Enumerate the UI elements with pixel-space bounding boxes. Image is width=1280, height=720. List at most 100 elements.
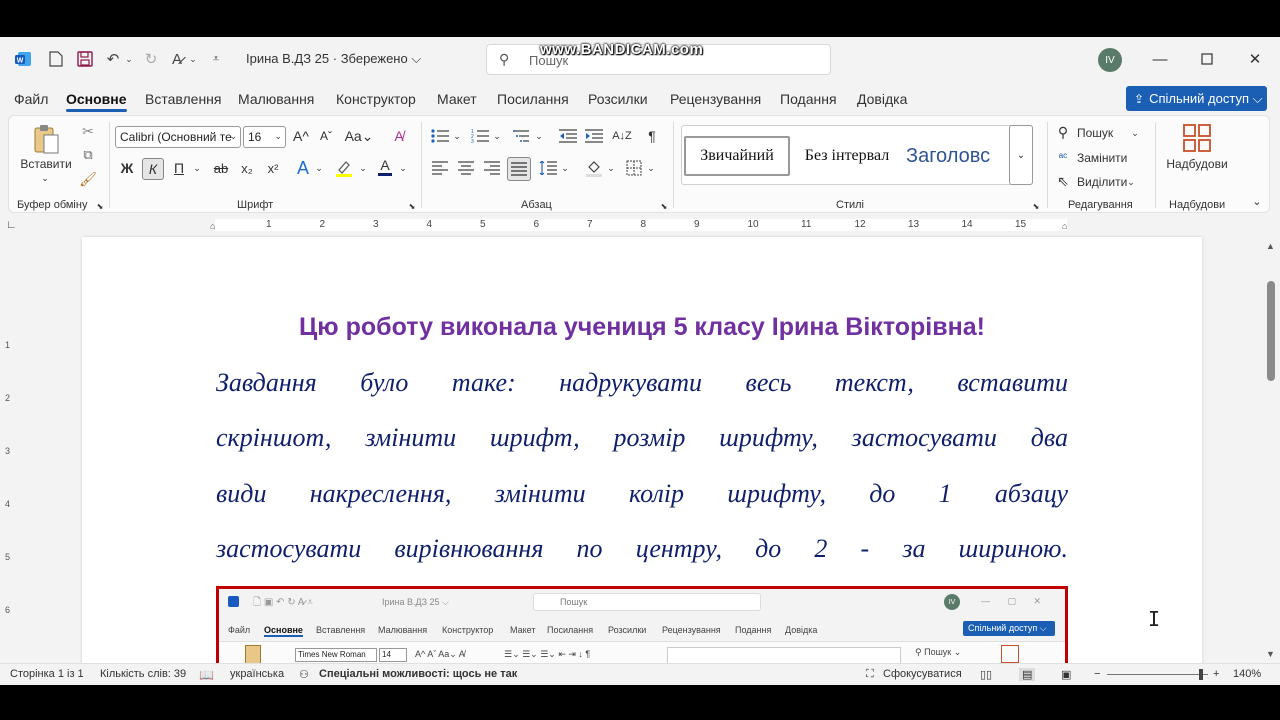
focus-button[interactable]: Сфокусуватися: [883, 668, 962, 680]
borders-dropdown-icon[interactable]: ⌄: [645, 160, 657, 176]
shrink-font-icon[interactable]: Aˇ: [316, 126, 336, 146]
clipboard-launcher-icon[interactable]: ⬊: [94, 200, 106, 212]
shading-icon[interactable]: [583, 158, 605, 178]
spelling-dropdown-icon[interactable]: ⌄: [187, 47, 199, 71]
embedded-screenshot[interactable]: 🗋 ▣ ↶ ↻ A̷ ⩡ Ірина В.ДЗ 25 ⌵ Пошук IV — …: [216, 586, 1068, 667]
multilevel-dropdown-icon[interactable]: ⌄: [533, 128, 545, 144]
font-name-combo[interactable]: Calibri (Основний те ⌄: [115, 126, 241, 148]
scroll-down-icon[interactable]: ▼: [1266, 649, 1275, 659]
spelling-icon[interactable]: A̷: [166, 47, 188, 71]
bullets-dropdown-icon[interactable]: ⌄: [451, 128, 463, 144]
accessibility-status[interactable]: Спеціальні можливості: щось не так: [319, 668, 517, 680]
replace-button[interactable]: Замінити: [1077, 149, 1127, 167]
underline-dropdown-icon[interactable]: ⌄: [191, 160, 203, 176]
strikethrough-icon[interactable]: ab: [211, 158, 231, 178]
vertical-scrollbar[interactable]: ▲ ▼: [1264, 237, 1278, 663]
maximize-icon[interactable]: [1196, 49, 1218, 69]
avatar[interactable]: IV: [1098, 48, 1122, 72]
body-text-line-2[interactable]: скріншот, змінити шрифт, розмір шрифту, …: [216, 423, 1068, 453]
indent-marker-icon[interactable]: ⌂: [210, 221, 215, 231]
text-effects-dropdown-icon[interactable]: ⌄: [313, 160, 325, 176]
zoom-slider-thumb[interactable]: [1198, 669, 1203, 680]
new-file-icon[interactable]: [45, 47, 67, 71]
text-effects-icon[interactable]: A: [293, 158, 313, 178]
superscript-icon[interactable]: x²: [263, 158, 283, 178]
replace-icon[interactable]: ᵃᶜ: [1055, 148, 1071, 166]
select-icon[interactable]: ⇖: [1055, 172, 1071, 190]
paste-label[interactable]: Вставити: [13, 156, 79, 172]
close-icon[interactable]: ✕: [1244, 49, 1266, 69]
zoom-out-icon[interactable]: −: [1094, 668, 1100, 680]
underline-icon[interactable]: П: [169, 158, 189, 178]
change-case-icon[interactable]: Aa⌄: [343, 126, 375, 146]
select-dropdown-icon[interactable]: ⌄: [1125, 174, 1137, 190]
proofing-icon[interactable]: 📖: [199, 668, 214, 682]
read-mode-icon[interactable]: ▯▯: [980, 668, 992, 681]
line-spacing-icon[interactable]: [537, 158, 559, 178]
horizontal-ruler[interactable]: ∟ 1 2 3 4 5 6 7 8 9 10 11 12 13 14 15 ⌂ ⌂: [0, 217, 1262, 233]
scrollbar-thumb[interactable]: [1267, 281, 1275, 381]
tab-file[interactable]: Файл: [14, 91, 48, 107]
vertical-ruler[interactable]: 1 2 3 4 5 6: [0, 237, 20, 663]
decrease-indent-icon[interactable]: [557, 126, 579, 146]
zoom-level[interactable]: 140%: [1233, 668, 1261, 680]
format-painter-icon[interactable]: 🖌: [79, 170, 97, 188]
save-icon[interactable]: [74, 47, 96, 71]
document-title[interactable]: Ірина В.ДЗ 25 · Збережено ⌵: [246, 51, 421, 67]
tab-insert[interactable]: Вставлення: [145, 91, 222, 107]
numbering-dropdown-icon[interactable]: ⌄: [491, 128, 503, 144]
copy-icon[interactable]: ⧉: [79, 146, 97, 164]
highlight-dropdown-icon[interactable]: ⌄: [357, 160, 369, 176]
right-indent-marker-icon[interactable]: ⌂: [1062, 221, 1067, 231]
font-launcher-icon[interactable]: ⬊: [406, 200, 418, 212]
body-text-line-4[interactable]: застосувати вирівнювання по центру, до 2…: [216, 534, 1068, 564]
numbering-icon[interactable]: 123: [469, 126, 491, 146]
sort-icon[interactable]: A↓Z: [611, 126, 633, 146]
find-icon[interactable]: ⚲: [1055, 123, 1071, 141]
tab-references[interactable]: Посилання: [497, 91, 569, 107]
align-right-icon[interactable]: [481, 158, 503, 178]
document-page[interactable]: Цю роботу виконала учениця 5 класу Ірина…: [82, 237, 1202, 667]
bold-icon[interactable]: Ж: [117, 158, 137, 178]
language[interactable]: українська: [230, 668, 284, 680]
zoom-slider[interactable]: [1107, 674, 1208, 675]
subscript-icon[interactable]: x₂: [237, 158, 257, 178]
increase-indent-icon[interactable]: [583, 126, 605, 146]
tab-design[interactable]: Конструктор: [336, 91, 416, 107]
focus-icon[interactable]: ⛶: [866, 668, 874, 681]
align-center-icon[interactable]: [455, 158, 477, 178]
word-count[interactable]: Кількість слів: 39: [100, 668, 186, 680]
style-heading-1[interactable]: Заголовс: [904, 136, 1016, 176]
addins-button[interactable]: Надбудови: [1159, 156, 1235, 172]
find-dropdown-icon[interactable]: ⌄: [1129, 125, 1141, 141]
zoom-in-icon[interactable]: +: [1213, 668, 1219, 680]
shading-dropdown-icon[interactable]: ⌄: [605, 160, 617, 176]
tab-view[interactable]: Подання: [780, 91, 837, 107]
undo-icon[interactable]: ↶: [102, 47, 124, 71]
tab-home[interactable]: Основне: [66, 91, 127, 112]
style-normal[interactable]: Звичайний: [684, 136, 790, 176]
clear-formatting-icon[interactable]: A̸: [389, 126, 409, 146]
align-left-icon[interactable]: [429, 158, 451, 178]
print-layout-icon[interactable]: ▤: [1019, 668, 1036, 681]
highlight-icon[interactable]: [333, 158, 355, 178]
show-formatting-icon[interactable]: ¶: [641, 126, 663, 146]
share-button[interactable]: ⇪ Спільний доступ ⌵: [1126, 86, 1267, 111]
cut-icon[interactable]: ✂: [79, 122, 97, 140]
bullets-icon[interactable]: [429, 126, 451, 146]
tab-selector-icon[interactable]: ∟: [6, 219, 17, 231]
font-color-icon[interactable]: A: [375, 156, 395, 178]
document-heading[interactable]: Цю роботу виконала учениця 5 класу Ірина…: [82, 313, 1202, 342]
style-no-spacing[interactable]: Без інтервал: [792, 136, 902, 176]
font-size-combo[interactable]: 16 ⌄: [243, 126, 286, 148]
tab-help[interactable]: Довідка: [857, 91, 907, 107]
multilevel-list-icon[interactable]: [511, 126, 533, 146]
tab-mailings[interactable]: Розсилки: [588, 91, 648, 107]
paste-icon[interactable]: [31, 122, 61, 156]
borders-icon[interactable]: [623, 158, 645, 178]
redo-icon[interactable]: ↻: [140, 47, 162, 71]
select-button[interactable]: Виділити: [1077, 173, 1127, 191]
undo-dropdown-icon[interactable]: ⌄: [123, 47, 135, 71]
web-layout-icon[interactable]: ▣: [1061, 668, 1071, 681]
font-color-dropdown-icon[interactable]: ⌄: [397, 160, 409, 176]
